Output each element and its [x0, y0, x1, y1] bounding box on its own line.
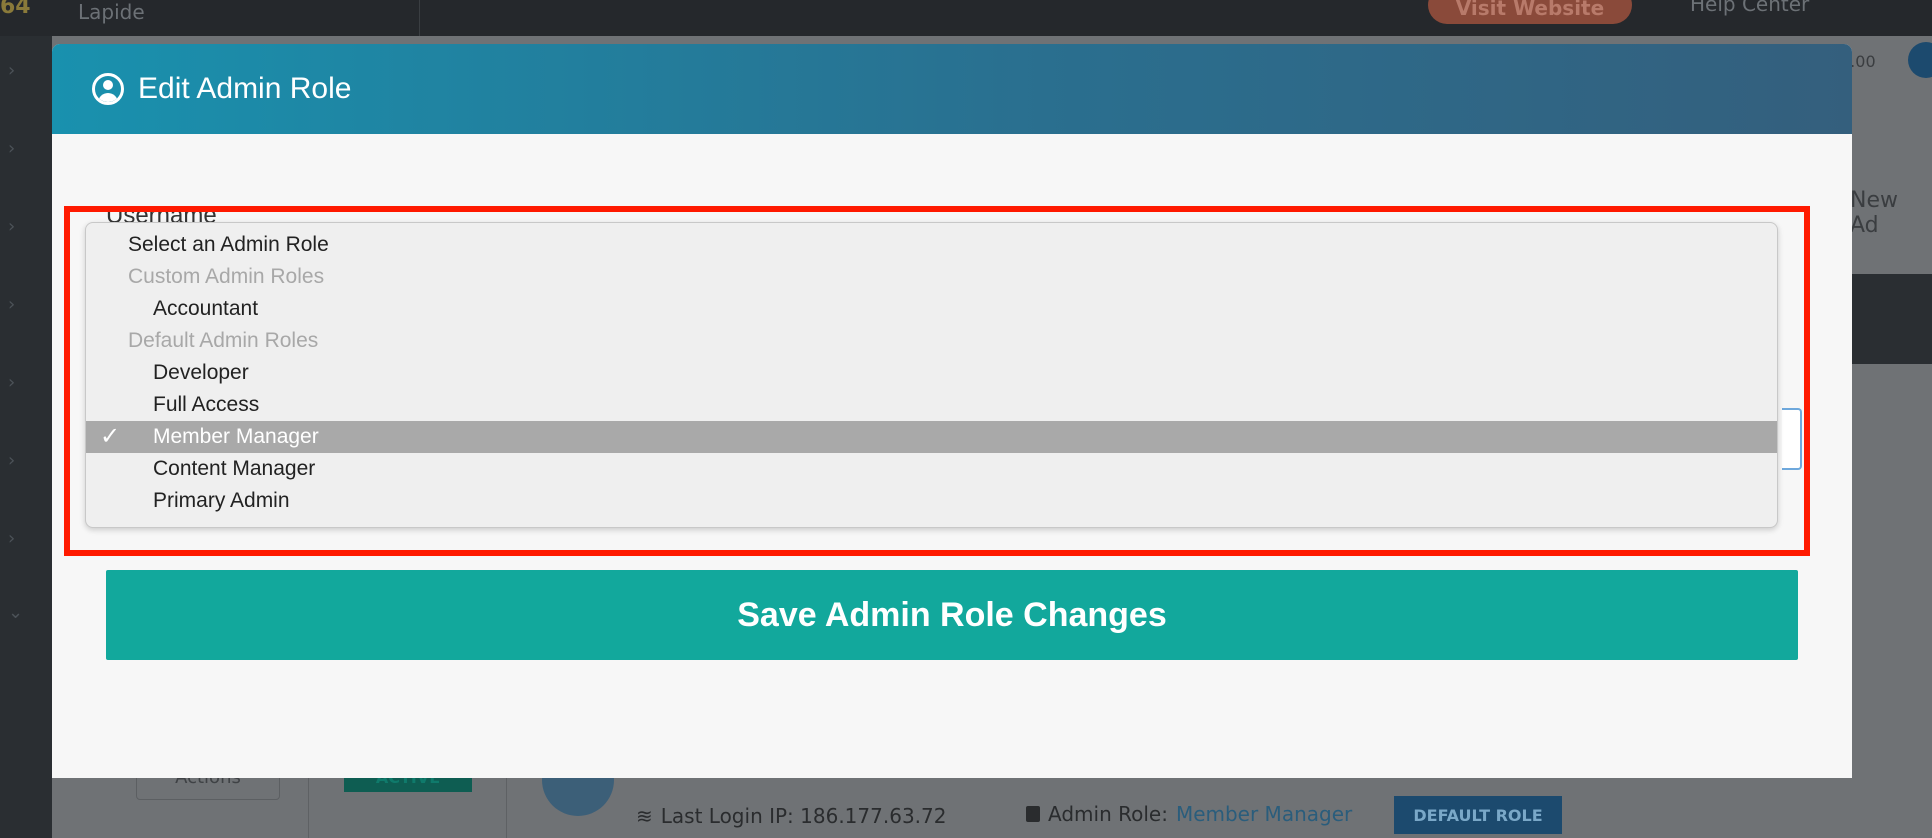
role-badge: DEFAULT ROLE — [1394, 796, 1562, 834]
visit-website-button[interactable]: Visit Website — [1428, 0, 1632, 24]
wifi-icon: ≋ — [636, 804, 653, 828]
checkmark-icon: ✓ — [100, 423, 121, 450]
option-member-manager[interactable]: ✓ Member Manager — [86, 421, 1777, 453]
admin-role-dropdown[interactable]: Select an Admin Role Custom Admin Roles … — [85, 222, 1778, 528]
chevron-right-icon[interactable]: › — [8, 450, 15, 471]
save-admin-role-button[interactable]: Save Admin Role Changes — [106, 570, 1798, 660]
site-selector[interactable]: Lapide — [60, 0, 420, 36]
sidebar: › › › › › › › ⌄ — [0, 36, 52, 838]
modal-header: Edit Admin Role — [52, 44, 1852, 134]
chevron-right-icon[interactable]: › — [8, 372, 15, 393]
edit-admin-role-modal: Edit Admin Role Username Select an Admin… — [52, 44, 1852, 778]
last-login-text: Last Login IP: 186.177.63.72 — [660, 804, 947, 828]
chevron-right-icon[interactable]: › — [8, 60, 15, 81]
logo: 64 — [0, 0, 31, 19]
last-login-info: ≋ Last Login IP: 186.177.63.72 — [636, 804, 946, 828]
new-admin-button[interactable]: New Ad — [1850, 188, 1932, 238]
option-label: Member Manager — [153, 425, 319, 448]
help-center-link[interactable]: Help Center — [1690, 0, 1809, 16]
admin-role-info: Admin Role: Member Manager — [1026, 802, 1352, 826]
optgroup-default-roles: Default Admin Roles — [128, 329, 319, 352]
option-content-manager[interactable]: Content Manager — [86, 453, 1777, 485]
table-header — [1850, 274, 1932, 364]
chevron-right-icon[interactable]: › — [8, 216, 15, 237]
chevron-right-icon[interactable]: › — [8, 528, 15, 549]
top-bar: 64 Lapide Visit Website Help Center — [0, 0, 1932, 36]
chevron-right-icon[interactable]: › — [8, 294, 15, 315]
option-placeholder[interactable]: Select an Admin Role — [86, 229, 1777, 261]
user-circle-icon — [92, 73, 124, 105]
chevron-down-icon[interactable]: ⌄ — [8, 602, 23, 623]
chevron-right-icon[interactable]: › — [8, 138, 15, 159]
modal-title: Edit Admin Role — [138, 72, 352, 105]
admin-role-link[interactable]: Member Manager — [1176, 802, 1352, 826]
admin-role-label: Admin Role: — [1048, 802, 1168, 826]
lock-icon — [1026, 806, 1040, 822]
option-developer[interactable]: Developer — [86, 357, 1777, 389]
option-accountant[interactable]: Accountant — [86, 293, 1777, 325]
option-primary-admin[interactable]: Primary Admin — [86, 485, 1777, 517]
option-full-access[interactable]: Full Access — [86, 389, 1777, 421]
optgroup-custom-roles: Custom Admin Roles — [128, 265, 325, 288]
